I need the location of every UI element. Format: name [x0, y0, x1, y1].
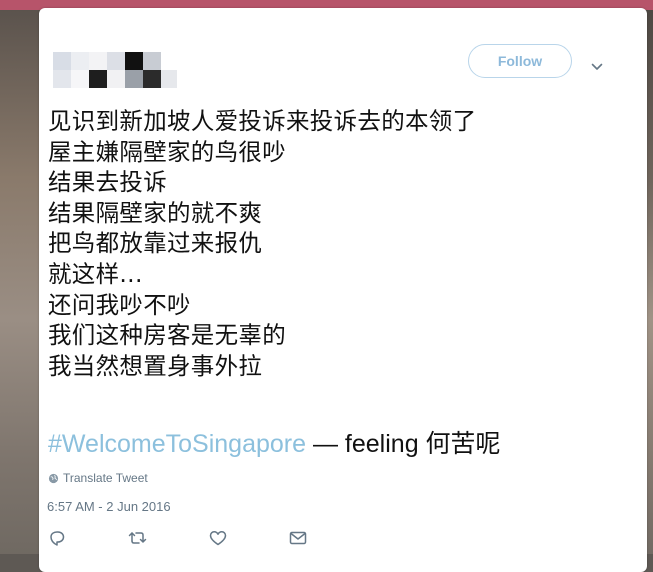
tweet-text-line: 把鸟都放靠过来报仇: [48, 229, 263, 258]
background-left-strip: [0, 10, 40, 572]
tweet-text-line: 屋主嫌隔壁家的鸟很吵: [48, 137, 286, 166]
tweet-text: 见识到新加坡人爱投诉来投诉去的本领了 屋主嫌隔壁家的鸟很吵 结果去投诉 结果隔壁…: [48, 106, 608, 381]
feeling-text: — feeling 何苦呢: [306, 430, 501, 458]
hashtag-feeling-line: #WelcomeToSingapore — feeling 何苦呢: [48, 427, 501, 461]
tweet-text-line: 结果隔壁家的就不爽: [48, 198, 263, 227]
tweet-text-line: 我们这种房客是无辜的: [48, 321, 286, 350]
chevron-down-icon[interactable]: [591, 58, 603, 70]
tweet-text-line: 我当然想置身事外拉: [48, 351, 263, 380]
translate-tweet-label: Translate Tweet: [63, 471, 148, 485]
heart-icon[interactable]: [208, 528, 232, 552]
hashtag-link[interactable]: #WelcomeToSingapore: [48, 430, 306, 458]
pixelated-user-name[interactable]: [53, 52, 177, 88]
retweet-icon[interactable]: [127, 528, 151, 552]
globe-icon: [48, 472, 59, 488]
reply-icon[interactable]: [47, 528, 71, 552]
translate-tweet-link[interactable]: Translate Tweet: [48, 470, 148, 486]
envelope-icon[interactable]: [288, 528, 312, 552]
tweet-text-line: 结果去投诉: [48, 168, 167, 197]
tweet-actions: [39, 528, 647, 558]
tweet-text-line: 见识到新加坡人爱投诉来投诉去的本领了: [48, 107, 477, 135]
follow-button[interactable]: Follow: [468, 44, 572, 78]
tweet-timestamp[interactable]: 6:57 AM - 2 Jun 2016: [47, 499, 171, 514]
tweet-card: Follow 见识到新加坡人爱投诉来投诉去的本领了 屋主嫌隔壁家的鸟很吵 结果去…: [39, 8, 647, 572]
tweet-text-line: 还问我吵不吵: [48, 290, 191, 319]
tweet-text-line: 就这样...: [48, 259, 143, 288]
